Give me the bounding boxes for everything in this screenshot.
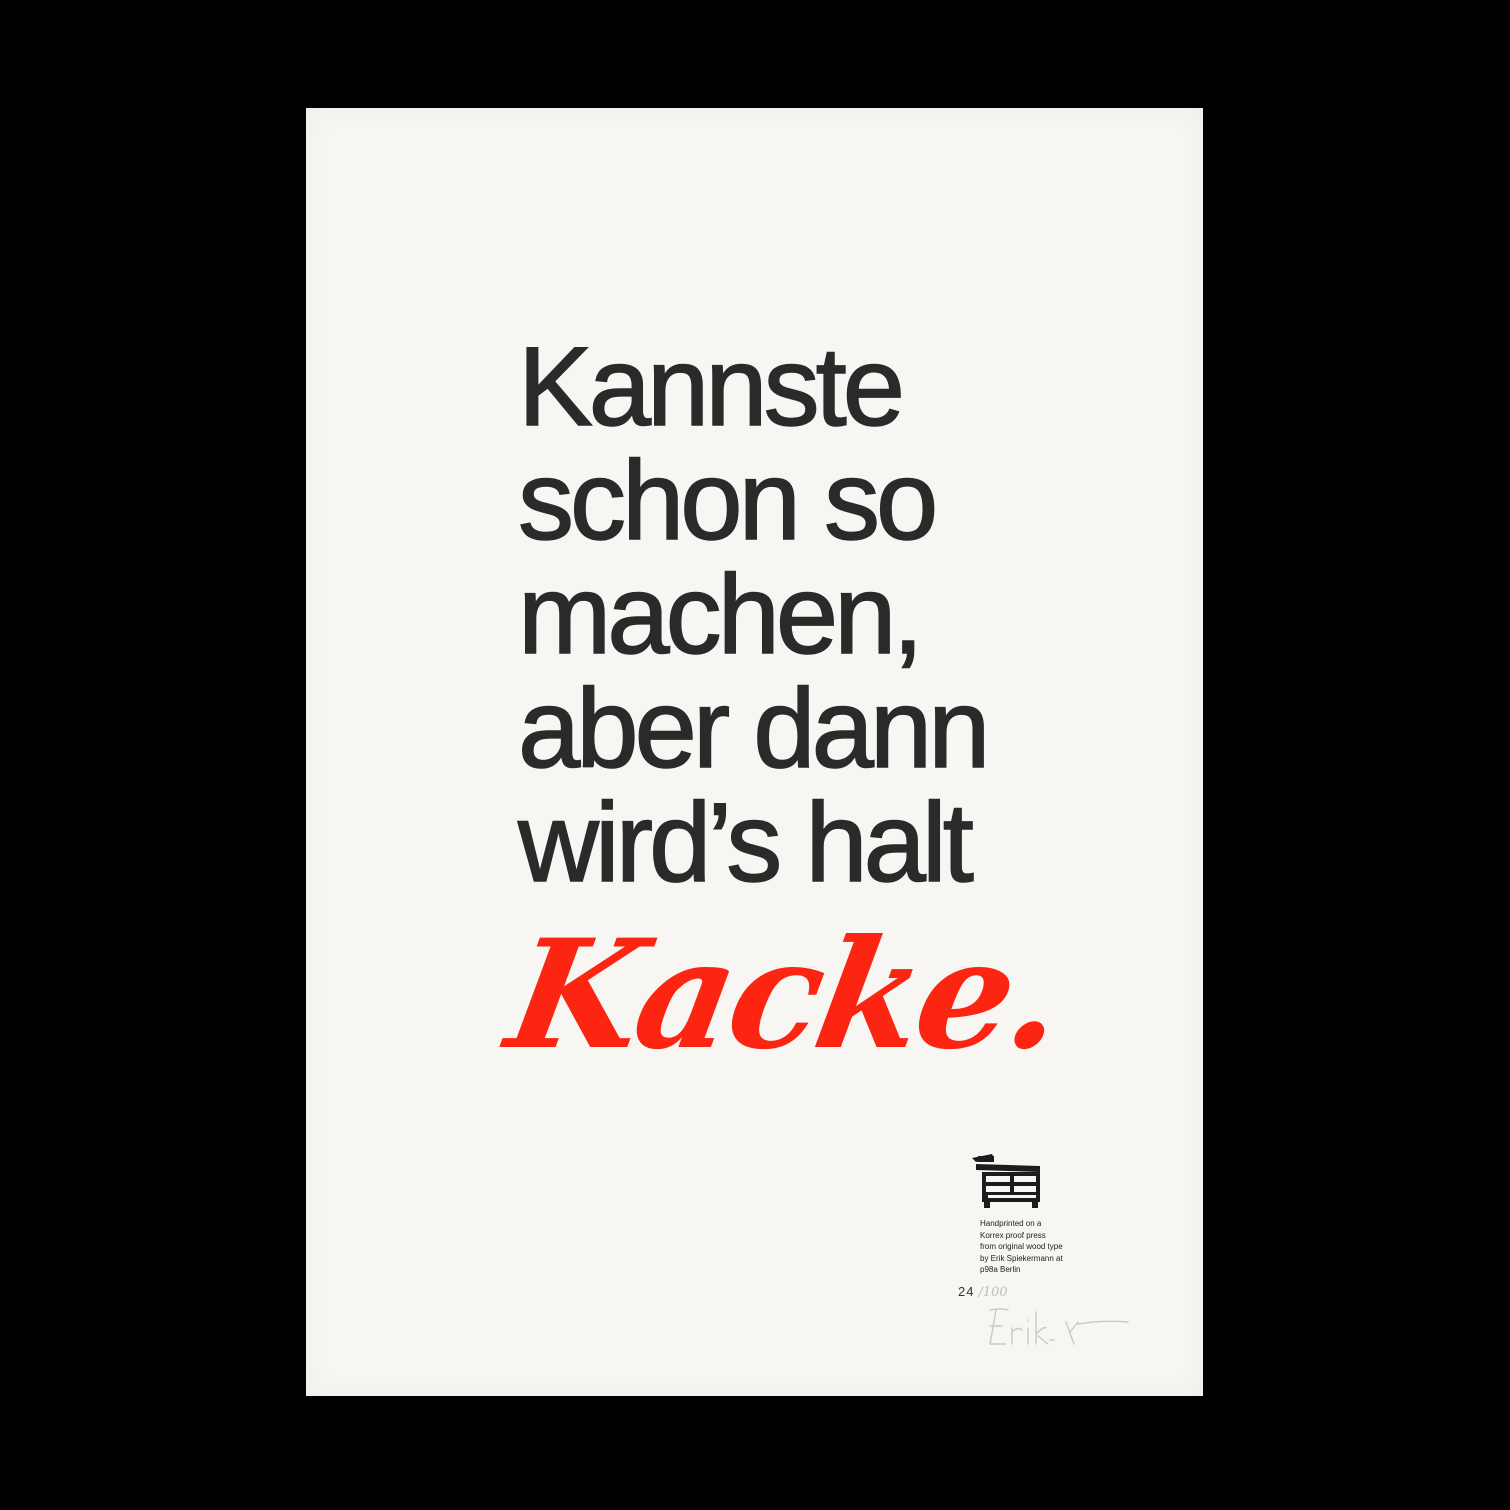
edition-count: 24 xyxy=(958,1284,975,1299)
colophon-line: Handprinted on a xyxy=(980,1219,1042,1228)
edition-number: 24/100 xyxy=(958,1284,1008,1300)
poster-accent-word: Kacke. xyxy=(496,907,1075,1083)
headline-line-3: machen, xyxy=(517,552,924,677)
colophon-line: p98a Berlin xyxy=(980,1265,1021,1274)
colophon-line: by Erik Spiekermann at xyxy=(980,1253,1063,1263)
handwritten-signature xyxy=(989,1308,1129,1345)
colophon-line: from original wood type xyxy=(980,1242,1063,1251)
colophon: Handprinted on a Korrex proof press from… xyxy=(980,1218,1063,1276)
colophon-line: Korrex proof press xyxy=(980,1230,1046,1240)
poster-headline: Kannste schon so machen, aber dann wird’… xyxy=(517,324,991,905)
headline-line-1: Kannste xyxy=(517,324,905,449)
headline-line-5: wird’s halt xyxy=(517,780,974,905)
headline-line-4: aber dann xyxy=(517,666,991,791)
edition-total: /100 xyxy=(978,1285,1008,1300)
headline-line-2: schon so xyxy=(517,438,939,563)
letterpress-poster: Kannste schon so machen, aber dann wird’… xyxy=(306,108,1203,1396)
photo-background: Kannste schon so machen, aber dann wird’… xyxy=(0,0,1510,1510)
proof-press-icon xyxy=(972,1154,1040,1208)
